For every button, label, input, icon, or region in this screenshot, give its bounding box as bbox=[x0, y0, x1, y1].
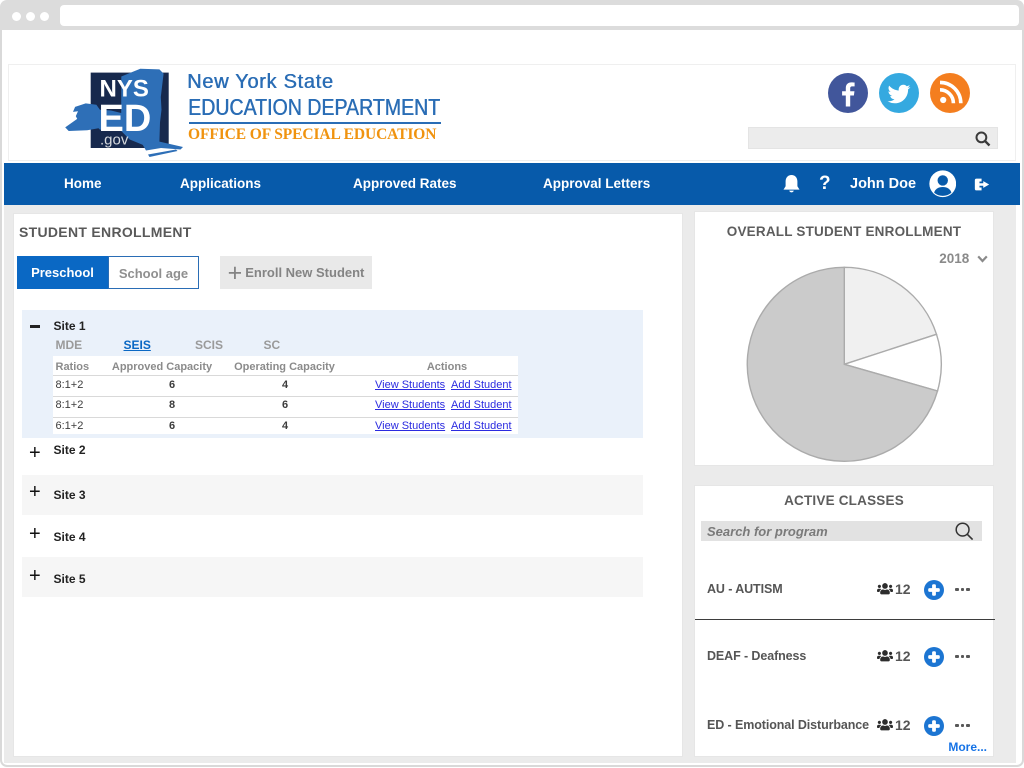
svg-text:.gov: .gov bbox=[100, 131, 129, 148]
